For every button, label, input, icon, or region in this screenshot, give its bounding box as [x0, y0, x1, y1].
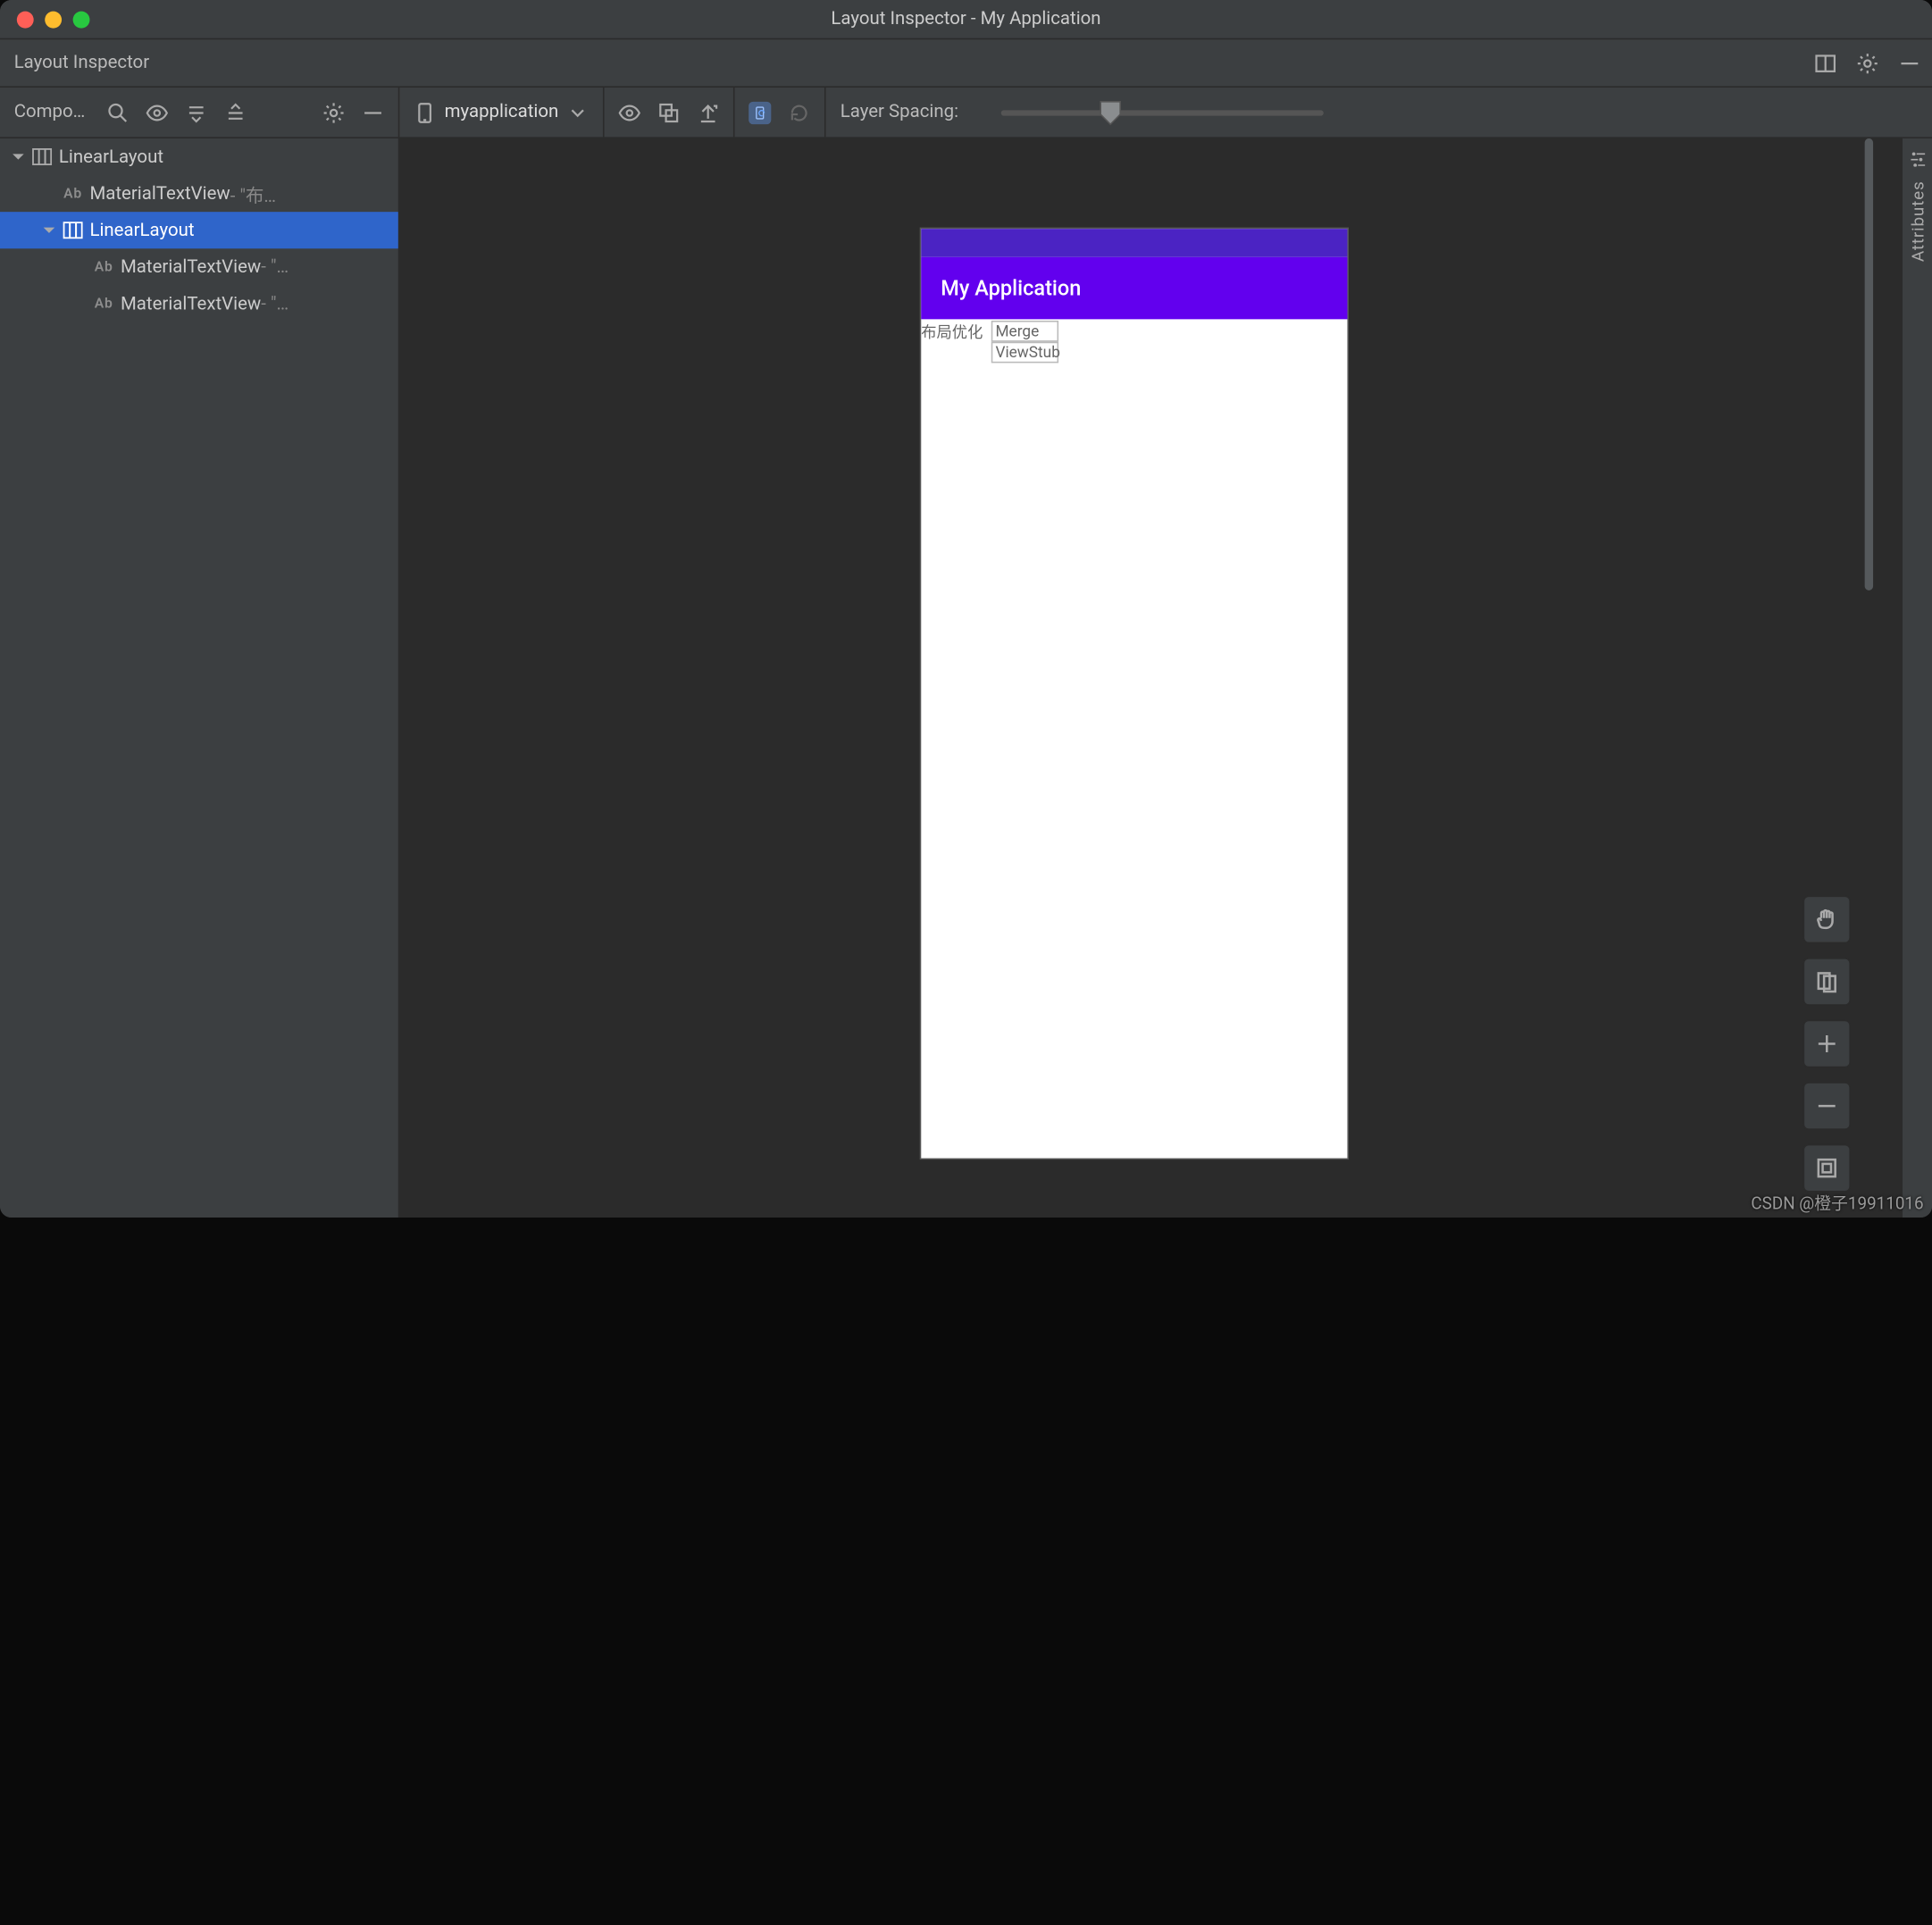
tree-spacer — [39, 184, 59, 204]
layout-icon — [62, 221, 84, 240]
main-toolbar: Compo… myapplication Layer — [0, 88, 1932, 138]
tree-node[interactable]: LinearLayout — [0, 138, 398, 175]
textview-icon: Ab — [93, 294, 115, 314]
component-tree[interactable]: LinearLayoutAbMaterialTextView - "布…Line… — [0, 138, 399, 1218]
content-text-3: ViewStub — [991, 342, 1058, 364]
hide-panel-icon[interactable] — [1898, 52, 1920, 74]
close-window-button[interactable] — [17, 11, 34, 28]
textview-icon: Ab — [62, 184, 84, 204]
refresh-icon[interactable] — [789, 101, 811, 123]
layout-inspector-window: Layout Inspector - My Application Layout… — [0, 0, 1932, 1218]
expand-all-icon[interactable] — [185, 101, 207, 123]
scrollbar-thumb[interactable] — [1865, 138, 1873, 590]
canvas-float-buttons — [1803, 895, 1851, 1192]
layout-icon — [31, 146, 54, 166]
zoom-window-button[interactable] — [73, 11, 90, 28]
collapse-all-icon[interactable] — [224, 101, 247, 123]
window-title: Layout Inspector - My Application — [0, 8, 1932, 29]
zoom-fit-button[interactable] — [1803, 1144, 1851, 1193]
attributes-tab[interactable]: Attributes — [1901, 138, 1932, 1218]
chevron-down-icon[interactable] — [8, 146, 28, 166]
tool-window-header: Layout Inspector — [0, 39, 1932, 88]
tree-node[interactable]: Ab MaterialTextView - "… — [0, 248, 398, 285]
device-icon — [414, 101, 436, 123]
tree-panel-title: Compo… — [14, 102, 90, 123]
tree-node[interactable]: Ab MaterialTextView - "… — [0, 285, 398, 322]
device-label: myapplication — [445, 102, 559, 123]
content-text-2: Merge — [991, 321, 1058, 342]
chevron-down-icon[interactable] — [39, 221, 59, 240]
gear-icon[interactable] — [1856, 52, 1878, 74]
overlay-icon[interactable] — [658, 101, 681, 123]
app-bar: My Application — [921, 257, 1347, 320]
minimize-window-button[interactable] — [45, 11, 62, 28]
watermark: CSDN @橙子19911016 — [1751, 1191, 1923, 1215]
tree-spacer — [70, 257, 89, 277]
titlebar: Layout Inspector - My Application — [0, 0, 1932, 39]
live-updates-button[interactable] — [749, 101, 772, 123]
app-title: My Application — [941, 275, 1081, 300]
window-split-icon[interactable] — [1814, 52, 1836, 74]
tree-node[interactable]: LinearLayout — [0, 212, 398, 248]
slider-thumb[interactable] — [1099, 99, 1121, 124]
hide-tree-icon[interactable] — [362, 101, 384, 123]
canvas-scrollbar[interactable] — [1865, 138, 1877, 1218]
tree-node-suffix: - "布… — [230, 180, 276, 207]
zoom-out-button[interactable] — [1803, 1082, 1851, 1130]
content-text-1: 布局优化 — [921, 321, 983, 343]
tree-node-name: LinearLayout — [89, 220, 194, 241]
tree-node-name: MaterialTextView — [89, 183, 230, 205]
status-bar — [921, 229, 1347, 257]
sliders-icon — [1909, 150, 1926, 172]
traffic-lights — [0, 11, 89, 28]
tree-node-name: MaterialTextView — [121, 293, 261, 314]
layer-spacing-label: Layer Spacing: — [841, 102, 958, 123]
search-icon[interactable] — [106, 101, 129, 123]
gear-icon[interactable] — [322, 101, 345, 123]
pan-button[interactable] — [1803, 895, 1851, 943]
layer-spacing-slider[interactable] — [1000, 110, 1323, 115]
show-inspection-icon[interactable] — [619, 101, 641, 123]
tree-node[interactable]: AbMaterialTextView - "布… — [0, 175, 398, 212]
tree-spacer — [70, 294, 89, 314]
tree-node-suffix: - "… — [261, 293, 289, 314]
tree-node-suffix: - "… — [261, 256, 289, 278]
tool-window-title: Layout Inspector — [12, 53, 150, 74]
textview-icon: Ab — [93, 257, 115, 277]
mode-3d-button[interactable] — [1803, 958, 1851, 1006]
tree-node-name: MaterialTextView — [121, 256, 261, 278]
attributes-tab-label: Attributes — [1908, 180, 1928, 262]
chevron-down-icon — [567, 101, 590, 123]
tree-node-name: LinearLayout — [59, 146, 163, 168]
export-icon[interactable] — [698, 101, 720, 123]
device-selector[interactable]: myapplication — [414, 101, 590, 123]
device-frame: My Application 布局优化 Merge ViewStub — [921, 229, 1347, 1158]
filter-visibility-icon[interactable] — [146, 101, 168, 123]
layout-canvas[interactable]: My Application 布局优化 Merge ViewStub — [399, 138, 1901, 1218]
zoom-in-button[interactable] — [1803, 1020, 1851, 1068]
